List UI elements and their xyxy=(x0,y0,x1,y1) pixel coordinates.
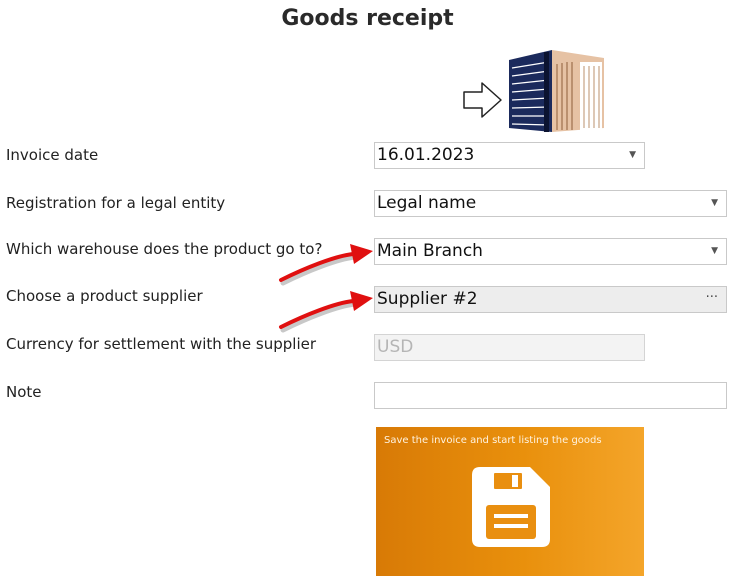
warehouse-value: Main Branch xyxy=(377,241,483,261)
building-icon xyxy=(509,50,604,132)
save-invoice-label: Save the invoice and start listing the g… xyxy=(384,435,602,446)
pointer-arrow-supplier xyxy=(279,291,373,333)
legal-entity-select[interactable]: Legal name ▼ xyxy=(374,190,727,217)
note-label: Note xyxy=(6,383,42,401)
supplier-value: Supplier #2 xyxy=(377,289,478,309)
currency-value: USD xyxy=(377,337,414,357)
warehouse-select[interactable]: Main Branch ▼ xyxy=(374,238,727,265)
invoice-date-value: 16.01.2023 xyxy=(377,145,475,165)
arrow-right-icon xyxy=(463,82,502,118)
ellipsis-icon[interactable]: ··· xyxy=(706,285,718,310)
floppy-disk-icon xyxy=(472,467,550,547)
supplier-label: Choose a product supplier xyxy=(6,287,203,305)
goods-receipt-illustration xyxy=(463,50,604,132)
note-input[interactable] xyxy=(374,382,727,409)
invoice-date-field[interactable]: 16.01.2023 ▼ xyxy=(374,142,645,169)
legal-entity-label: Registration for a legal entity xyxy=(6,194,226,212)
chevron-down-icon[interactable]: ▼ xyxy=(629,143,636,168)
chevron-down-icon[interactable]: ▼ xyxy=(711,191,718,216)
currency-field: USD xyxy=(374,334,645,361)
invoice-date-label: Invoice date xyxy=(6,146,99,164)
supplier-selector[interactable]: Supplier #2 ··· xyxy=(374,286,727,313)
page-title: Goods receipt xyxy=(281,6,454,31)
pointer-arrow-warehouse xyxy=(279,244,373,286)
legal-entity-value: Legal name xyxy=(377,193,477,213)
currency-label: Currency for settlement with the supplie… xyxy=(6,335,317,353)
save-invoice-button[interactable]: Save the invoice and start listing the g… xyxy=(376,427,644,576)
chevron-down-icon[interactable]: ▼ xyxy=(711,239,718,264)
